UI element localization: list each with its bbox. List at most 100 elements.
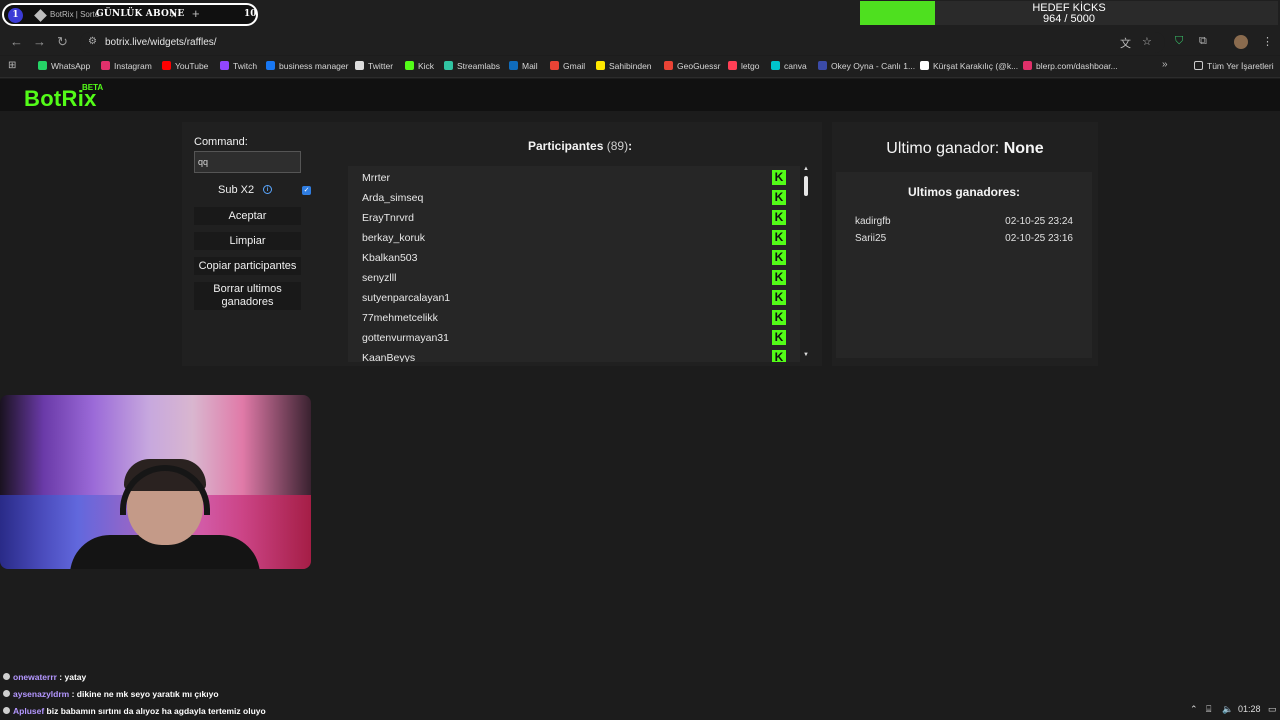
participant-row: KaanBeyys K xyxy=(348,348,800,362)
beta-badge: BETA xyxy=(82,83,104,92)
delete-winners-button[interactable]: Borrar ultimos ganadores xyxy=(194,282,301,310)
winner-row: Sarii25 02-10-25 23:16 xyxy=(855,233,1073,247)
participant-row: berkay_koruk K xyxy=(348,228,800,248)
kick-icon: K xyxy=(772,210,786,225)
bookmark-item[interactable]: canva xyxy=(771,61,807,71)
meta-icon xyxy=(266,61,275,70)
url-field[interactable]: ⚙ botrix.live/widgets/raffles/ xyxy=(80,32,1165,53)
gmail-icon xyxy=(550,61,559,70)
command-input[interactable] xyxy=(194,151,301,173)
recent-winners-title: Ultimos ganadores: xyxy=(907,185,1021,199)
info-icon[interactable]: i xyxy=(263,185,272,194)
goal-count: 964 / 5000 xyxy=(1043,13,1095,25)
bookmark-label: Streamlabs xyxy=(457,61,500,71)
map-pin-icon xyxy=(664,61,673,70)
participants-count: (89) xyxy=(606,139,629,153)
bookmark-item[interactable]: YouTube xyxy=(162,61,208,71)
bookmark-item[interactable]: Twitter xyxy=(355,61,393,71)
back-icon[interactable]: ← xyxy=(10,34,23,49)
scroll-down-icon[interactable]: ▼ xyxy=(803,352,809,358)
chat-username: Aplusef xyxy=(13,706,45,716)
canva-icon xyxy=(771,61,780,70)
extension-shield-icon[interactable]: ⛉ xyxy=(1175,35,1183,48)
kick-icon xyxy=(405,61,414,70)
bookmark-label: business manager xyxy=(279,61,349,71)
kick-icon: K xyxy=(772,230,786,245)
clear-button[interactable]: Limpiar xyxy=(194,232,301,250)
network-icon[interactable]: ⌸ xyxy=(1206,704,1211,715)
bookmark-item[interactable]: Streamlabs xyxy=(444,61,500,71)
forward-icon[interactable]: → xyxy=(33,34,46,49)
sahibinden-icon xyxy=(596,61,605,70)
bookmark-item[interactable]: GeoGuessr xyxy=(664,61,720,71)
url-text: botrix.live/widgets/raffles/ xyxy=(105,37,217,48)
participant-name: 77mehmetcelikk xyxy=(362,312,438,324)
overlay-count: 10 xyxy=(244,9,257,19)
more-bookmarks-icon[interactable]: » xyxy=(1162,59,1168,70)
participant-row: sutyenparcalayan1 K xyxy=(348,288,800,308)
bookmark-label: Twitter xyxy=(368,61,394,71)
kick-icon: K xyxy=(772,330,786,345)
copy-participants-button[interactable]: Copiar participantes xyxy=(194,257,301,275)
bookmark-label: Instagram xyxy=(114,61,152,71)
bookmark-item[interactable]: Twitch xyxy=(220,61,257,71)
bookmark-item[interactable]: Kick xyxy=(405,61,434,71)
kicks-goal-bar: HEDEF KİCKS 964 / 5000 xyxy=(860,1,1278,25)
whatsapp-icon xyxy=(38,61,47,70)
bookmark-item[interactable]: Sahibinden xyxy=(596,61,652,71)
bookmark-item[interactable]: Gmail xyxy=(550,61,585,71)
participant-row: 77mehmetcelikk K xyxy=(348,308,800,328)
address-bar-row: ← → ↻ ⚙ botrix.live/widgets/raffles/ 文 ☆… xyxy=(0,30,1280,55)
sub-x2-checkbox[interactable]: ✓ xyxy=(302,186,311,195)
tab-title: BotRix | Sorte xyxy=(50,10,100,19)
okey-icon xyxy=(818,61,827,70)
bookmarks-bar: ⊞ WhatsApp Instagram YouTube Twitch business… xyxy=(0,56,1280,78)
all-bookmarks-label: Tüm Yer İşaretleri xyxy=(1207,61,1274,71)
participant-name: KaanBeyys xyxy=(362,352,416,362)
translate-icon[interactable]: 文 xyxy=(1120,35,1131,51)
folder-icon xyxy=(1194,61,1203,70)
participants-heading: Participantes (89): xyxy=(528,139,632,153)
reload-icon[interactable]: ↻ xyxy=(57,34,68,50)
volume-icon[interactable]: 🔈 xyxy=(1222,704,1233,715)
extensions-icon[interactable]: ⧉ xyxy=(1199,35,1207,48)
bookmark-item[interactable]: business manager xyxy=(266,61,348,71)
kick-icon: K xyxy=(772,190,786,205)
bookmark-item[interactable]: WhatsApp xyxy=(38,61,90,71)
scroll-thumb[interactable] xyxy=(804,176,808,196)
command-label: Command: xyxy=(194,136,248,148)
participant-row: senyzlll K xyxy=(348,268,800,288)
bookmark-label: Okey Oyna - Canlı 1... xyxy=(831,61,916,71)
participants-scrollbar[interactable]: ▲ ▼ xyxy=(802,166,811,362)
chat-message: onewaterrr : yatay xyxy=(3,672,86,682)
profile-avatar[interactable] xyxy=(1234,35,1248,49)
clock-time[interactable]: 01:28 xyxy=(1238,704,1261,714)
last-winner-heading: Ultimo ganador: None xyxy=(832,140,1098,158)
bookmark-item[interactable]: Okey Oyna - Canlı 1... xyxy=(818,61,915,71)
scroll-up-icon[interactable]: ▲ xyxy=(803,166,809,172)
bookmark-label: canva xyxy=(784,61,807,71)
botrix-header: BotRix BETA xyxy=(0,79,1280,111)
tray-up-icon[interactable]: ⌃ xyxy=(1190,704,1198,715)
bookmark-item[interactable]: Mail xyxy=(509,61,538,71)
site-info-icon[interactable]: ⚙ xyxy=(88,36,97,47)
menu-kebab-icon[interactable]: ⋮ xyxy=(1262,35,1273,48)
bookmark-star-icon[interactable]: ☆ xyxy=(1142,35,1152,48)
all-bookmarks-folder[interactable]: Tüm Yer İşaretleri xyxy=(1194,61,1274,71)
chat-badge-icon xyxy=(3,673,10,680)
participant-row: Mrrter K xyxy=(348,168,800,188)
bookmark-label: Kick xyxy=(418,61,435,71)
accept-button[interactable]: Aceptar xyxy=(194,207,301,225)
participants-list[interactable]: Mrrter K Arda_simseq K ErayTnrvrd Kberkay_kor… xyxy=(348,166,800,362)
bookmark-item[interactable]: letgo xyxy=(728,61,759,71)
winner-date: 02-10-25 23:16 xyxy=(1005,233,1073,244)
notifications-icon[interactable]: ▭ xyxy=(1268,704,1277,715)
participant-name: Kbalkan503 xyxy=(362,252,418,264)
bookmark-item[interactable]: blerp.com/dashboar... xyxy=(1023,61,1118,71)
new-tab-icon[interactable]: + xyxy=(192,6,200,21)
bookmark-item[interactable]: Instagram xyxy=(101,61,152,71)
apps-grid-icon[interactable]: ⊞ xyxy=(8,60,16,71)
kick-icon: K xyxy=(772,170,786,185)
participants-colon: : xyxy=(628,139,633,153)
bookmark-item[interactable]: Kürşat Karakılıç (@k... xyxy=(920,61,1018,71)
